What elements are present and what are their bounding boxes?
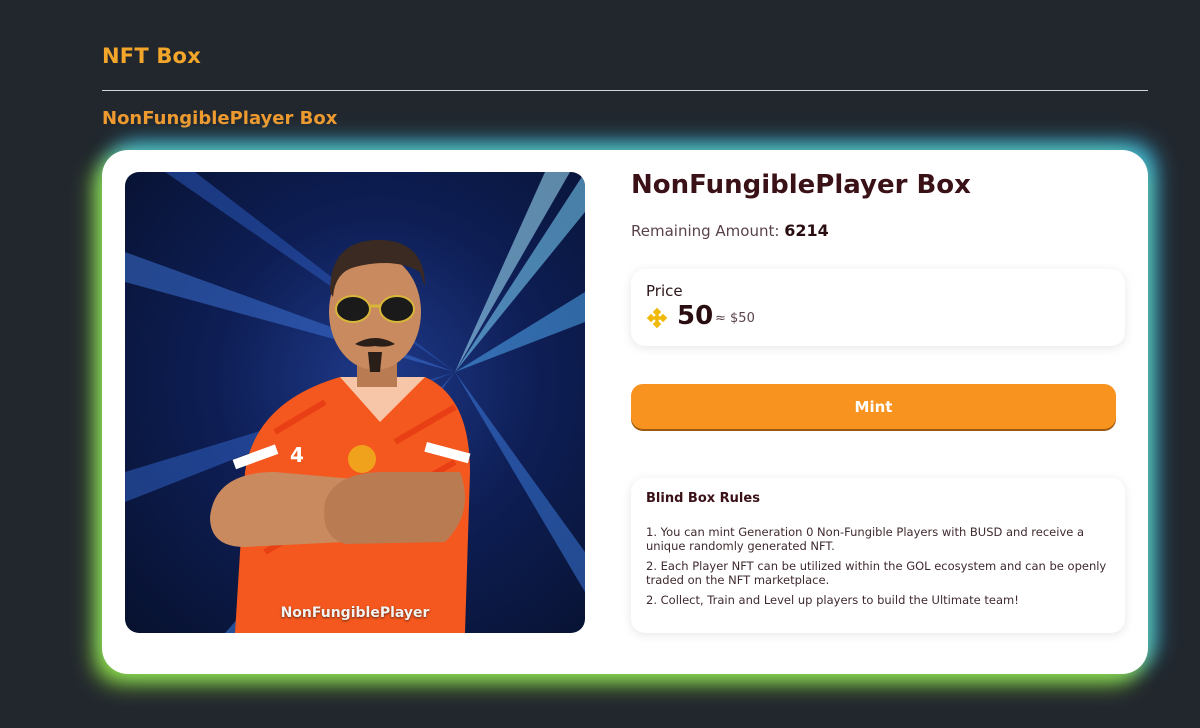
price-label: Price: [646, 282, 683, 300]
rule-item: 2. Each Player NFT can be utilized withi…: [646, 559, 1107, 587]
svg-text:4: 4: [290, 443, 304, 467]
page-title: NFT Box: [102, 44, 201, 68]
price-usd-equivalent: ≈ $50: [715, 311, 755, 326]
header-divider: [102, 90, 1148, 91]
nft-box-card: 4 NonFungiblePlayer NonFungiblePlayer Bo…: [102, 150, 1148, 674]
player-illustration: 4: [125, 172, 585, 633]
rule-item: 2. Collect, Train and Level up players t…: [646, 593, 1019, 607]
rules-list: 1. You can mint Generation 0 Non-Fungibl…: [646, 525, 1116, 613]
bnb-coin-icon: [645, 307, 669, 335]
remaining-label: Remaining Amount:: [631, 222, 780, 240]
product-title: NonFungiblePlayer Box: [631, 170, 971, 200]
image-caption: NonFungiblePlayer: [280, 605, 430, 621]
section-title: NonFungiblePlayer Box: [102, 108, 338, 129]
price-panel: Price 50 ≈ $50: [631, 269, 1125, 346]
remaining-amount: Remaining Amount: 6214: [631, 221, 829, 240]
player-box-image: 4 NonFungiblePlayer: [125, 172, 585, 633]
rules-title: Blind Box Rules: [646, 491, 760, 506]
blind-box-rules-panel: Blind Box Rules 1. You can mint Generati…: [631, 478, 1125, 633]
mint-button[interactable]: Mint: [631, 384, 1116, 429]
price-value: 50: [677, 301, 714, 331]
rule-item: 1. You can mint Generation 0 Non-Fungibl…: [646, 525, 1085, 553]
remaining-value: 6214: [784, 221, 829, 240]
